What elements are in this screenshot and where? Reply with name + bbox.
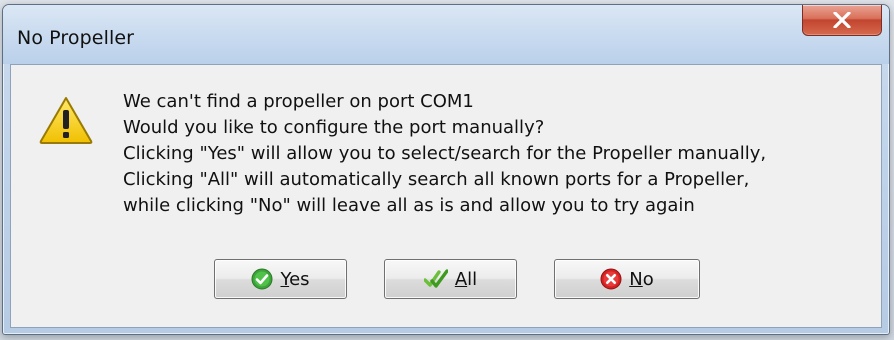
warning-icon bbox=[39, 97, 93, 144]
green-check-circle-icon bbox=[251, 268, 273, 290]
no-button-label: No bbox=[629, 269, 653, 290]
no-label-rest: o bbox=[642, 268, 654, 290]
window-title: No Propeller bbox=[17, 27, 135, 49]
green-double-check-icon bbox=[423, 269, 448, 288]
message-line: while clicking "No" will leave all as is… bbox=[123, 195, 695, 216]
close-button[interactable] bbox=[802, 5, 882, 36]
all-label-rest: ll bbox=[467, 268, 478, 290]
no-button[interactable]: No bbox=[554, 259, 700, 299]
message-line: Clicking "All" will automatically search… bbox=[123, 169, 750, 190]
all-button[interactable]: All bbox=[384, 259, 517, 299]
message-line: Clicking "Yes" will allow you to select/… bbox=[123, 143, 767, 164]
message-line: We can't find a propeller on port COM1 bbox=[123, 91, 474, 112]
desktop-background: No Propeller We can't find a propeller o… bbox=[0, 0, 894, 340]
yes-mnemonic: Y bbox=[280, 268, 290, 290]
dialog-message: We can't find a propeller on port COM1 W… bbox=[123, 89, 863, 219]
title-bar[interactable]: No Propeller bbox=[3, 5, 889, 64]
red-x-circle-icon bbox=[600, 268, 622, 290]
dialog-body: We can't find a propeller on port COM1 W… bbox=[10, 64, 882, 328]
no-mnemonic: N bbox=[629, 268, 643, 290]
close-icon bbox=[833, 12, 851, 28]
all-button-label: All bbox=[455, 269, 477, 290]
all-mnemonic: A bbox=[454, 268, 468, 290]
yes-button[interactable]: Yes bbox=[214, 259, 347, 299]
yes-button-label: Yes bbox=[280, 269, 309, 290]
message-line: Would you like to configure the port man… bbox=[123, 117, 545, 138]
yes-label-rest: es bbox=[289, 268, 310, 290]
dialog-window: No Propeller We can't find a propeller o… bbox=[2, 4, 890, 335]
